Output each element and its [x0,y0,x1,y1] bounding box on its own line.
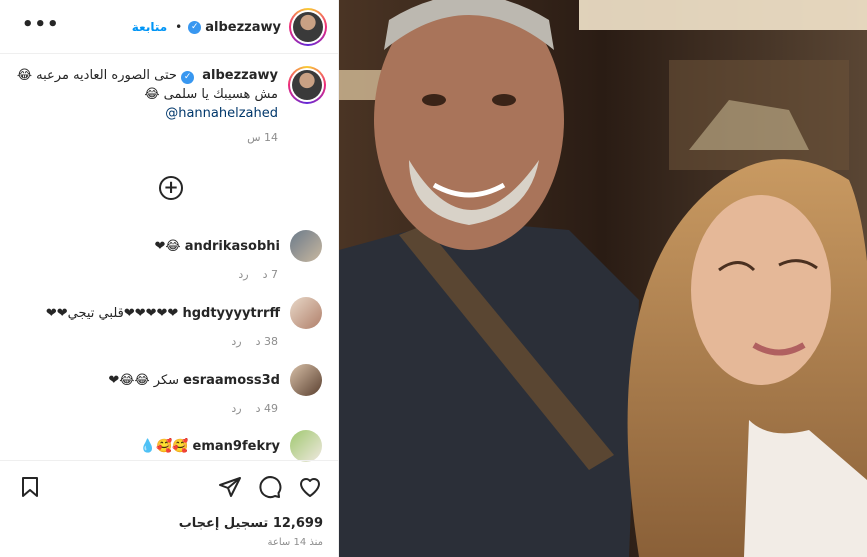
selfie-photo [339,0,867,557]
separator-bullet: • [175,20,183,34]
commenter-avatar[interactable] [290,430,322,462]
verified-icon: ✓ [181,71,195,84]
mention-link[interactable]: @hannahelzahed [165,104,278,123]
reply-button[interactable]: رد [231,402,241,415]
comment-username[interactable]: hgdtyyyytrrff [182,306,280,321]
post-photo[interactable] [339,0,867,557]
commenter-avatar[interactable] [290,364,322,396]
comment-username[interactable]: eman9fekry [193,439,280,454]
share-icon[interactable] [218,475,242,499]
post-time: منذ 14 ساعة [267,537,323,548]
caption: albezzawy ✓ حتى الصوره العاديه مرعبه 😂 م… [6,66,326,144]
follow-button[interactable]: متابعة [132,20,167,34]
reply-button[interactable]: رد [231,335,241,348]
caption-avatar[interactable] [288,66,326,104]
caption-line-2: مش هسيبك يا سلمى 😂 [144,87,278,102]
comment-item: hgdtyyyytrrff ❤❤❤❤❤قلبي تيجي❤❤ 38 د رد [12,297,322,348]
comment-text: esraamoss3d سكر 😂😂❤ [108,372,280,388]
comment-text: eman9fekry 🥰🥰💧 [139,438,280,454]
caption-username[interactable]: albezzawy [202,68,278,83]
post-footer: 12,699 تسجيل إعجاب منذ 14 ساعة [0,460,339,557]
comment-age: 49 د [255,402,278,415]
author-username[interactable]: albezzawy [205,20,281,35]
comment-item: esraamoss3d سكر 😂😂❤ 49 د رد [12,364,322,415]
reply-button[interactable]: رد [238,268,248,281]
add-comment-icon[interactable]: + [159,176,183,200]
author-avatar[interactable] [289,8,327,46]
save-icon[interactable] [18,475,42,499]
post-header: ••• albezzawy ✓ • متابعة [0,0,339,54]
comment-username[interactable]: andrikasobhi [185,239,280,254]
comment-age: 38 د [255,335,278,348]
comment-item: eman9fekry 🥰🥰💧 [12,430,322,462]
post-side-panel: ••• albezzawy ✓ • متابعة albezzawy ✓ حتى… [0,0,339,557]
author-block: albezzawy ✓ • متابعة [132,8,327,46]
comment-item: andrikasobhi 😂❤ 7 د رد [12,230,322,281]
comment-text: hgdtyyyytrrff ❤❤❤❤❤قلبي تيجي❤❤ [45,305,280,321]
comment-username[interactable]: esraamoss3d [183,373,280,388]
like-icon[interactable] [298,475,322,499]
commenter-avatar[interactable] [290,230,322,262]
like-count[interactable]: 12,699 تسجيل إعجاب [179,516,323,531]
verified-icon: ✓ [188,20,202,34]
comment-text: andrikasobhi 😂❤ [154,238,280,254]
action-bar [0,475,339,501]
more-options-icon[interactable]: ••• [22,14,60,35]
caption-text: albezzawy ✓ حتى الصوره العاديه مرعبه 😂 م… [17,66,278,123]
caption-line-1: حتى الصوره العاديه مرعبه 😂 [16,68,177,83]
commenter-avatar[interactable] [290,297,322,329]
caption-time: 14 س [247,131,278,144]
comment-icon[interactable] [258,475,282,499]
comment-age: 7 د [262,268,278,281]
